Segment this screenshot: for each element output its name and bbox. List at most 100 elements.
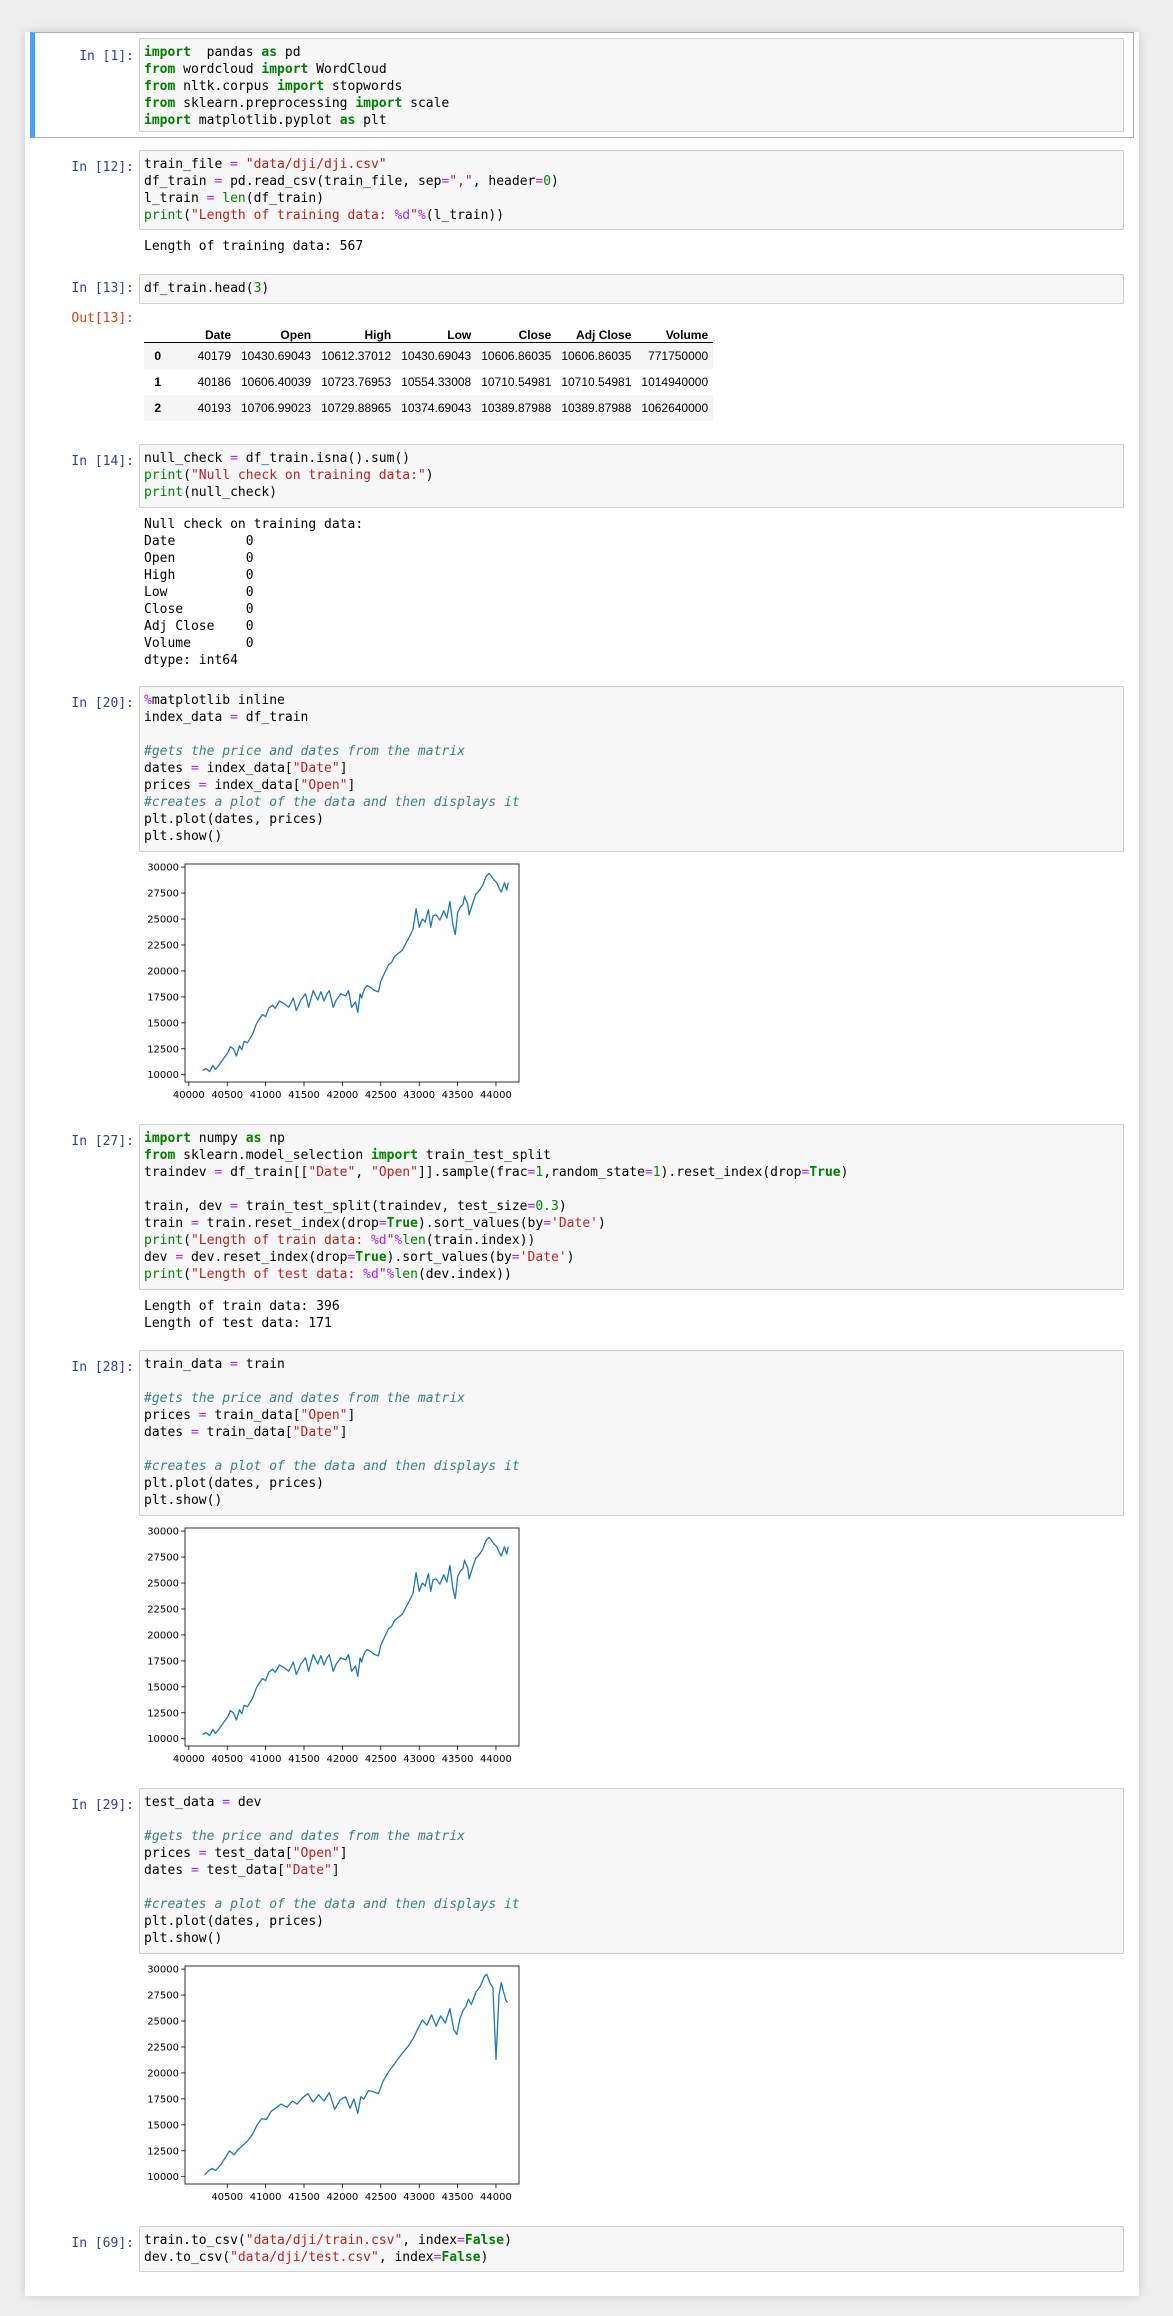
output-line: Date 0 (144, 534, 254, 549)
input-prompt: In [14]: (71, 454, 134, 469)
code-input-area[interactable]: import numpy as np from sklearn.model_sel… (139, 1124, 1124, 1290)
code-token: = (230, 157, 238, 172)
code-token: ] (331, 1863, 340, 1878)
table-row: 0 40179 10430.69043 10612.37012 10430.69043 1… (144, 342, 714, 369)
code-token: = (230, 1357, 238, 1372)
code-token: ).reset_index(drop (660, 1165, 802, 1180)
code-token: (df_train) (245, 191, 325, 206)
line-chart-dji-open: 10000 12500 15000 17500 20000 22500 25000 27500… (147, 863, 520, 1101)
code-line: print(null_check) (144, 484, 1119, 501)
code-token: ] (339, 1846, 348, 1861)
x-tick-label: 42500 (365, 1754, 397, 1765)
code-token: prices (144, 1846, 199, 1861)
code-cell[interactable]: In [27]: import numpy as np from sklearn.… (30, 1124, 1134, 1364)
code-input-area[interactable]: import pandas as pd from wordcloud import… (139, 38, 1124, 132)
plot-output: 10000 12500 15000 17500 20000 22500 25000 27500… (139, 860, 539, 1118)
output-line: Null check on training data: (144, 517, 364, 532)
code-token: l_train (144, 191, 207, 206)
code-cell[interactable]: In [28]: train_data = train #gets the pri… (30, 1350, 1134, 1790)
code-token: = (198, 1846, 207, 1861)
input-prompt: In [69]: (71, 2236, 134, 2251)
table-cell: 10389.87988 (481, 401, 552, 415)
code-cell[interactable]: In [69]: train.to_csv("data/dji/train.cs… (30, 2226, 1134, 2276)
y-tick-label: 22500 (147, 2042, 179, 2053)
table-cell: 10710.54981 (561, 375, 632, 389)
code-line: prices = index_data["Open"] (144, 777, 1119, 794)
x-tick-label: 42500 (365, 2192, 397, 2203)
code-input-area[interactable]: null_check = df_train.isna().sum() print(… (139, 444, 1124, 508)
table-cell: 771750000 (648, 349, 709, 363)
code-line: print("Null check on training data:") (144, 467, 1119, 484)
x-tick-label: 41000 (250, 2192, 282, 2203)
code-token: = (190, 1425, 199, 1440)
code-token: ) (551, 174, 559, 189)
code-cell[interactable]: In [13]: df_train.head(3) Out[13]: Date O… (30, 274, 1134, 460)
table-cell: 10723.76953 (321, 375, 392, 389)
code-cell[interactable]: In [12]: train_file = "data/dji/dji.csv"… (30, 150, 1134, 270)
y-tick-label: 10000 (147, 2172, 179, 2183)
code-token: (train.index)) (425, 1233, 536, 1248)
column-header: Adj Close (556, 316, 637, 343)
dataframe-output: Date Open High Low Close Adj Close Volume 0 401… (144, 316, 714, 421)
y-tick-label: 17500 (147, 2094, 179, 2105)
code-token: 'Date' (551, 1216, 598, 1231)
code-token: %d (370, 1233, 387, 1248)
code-token: ]].sample(frac (417, 1165, 528, 1180)
y-tick-label: 22500 (147, 1604, 179, 1615)
output-line: dtype: int64 (144, 653, 238, 668)
code-token: "," (449, 174, 473, 189)
code-token: numpy (190, 1131, 246, 1146)
code-token: prices (144, 778, 199, 793)
code-token: import (261, 62, 309, 77)
code-token: train_data (144, 1357, 231, 1372)
output-line: Open 0 (144, 551, 254, 566)
code-token: " (410, 208, 418, 223)
output-line: Close 0 (144, 602, 254, 617)
y-tick-label: 30000 (147, 1965, 179, 1976)
code-input-area[interactable]: df_train.head(3) (139, 274, 1124, 304)
code-cell[interactable]: In [1]: import pandas as pd from wordclou… (30, 32, 1134, 138)
code-cell[interactable]: In [14]: null_check = df_train.isna().su… (30, 444, 1134, 674)
code-input-area[interactable]: test_data = dev #gets the price and dates… (139, 1788, 1124, 1954)
code-cell[interactable]: In [20]: %matplotlib inline index_data = … (30, 686, 1134, 1126)
code-token: dev (144, 1250, 176, 1265)
code-input-area[interactable]: train_data = train #gets the price and da… (139, 1350, 1124, 1516)
table-cell: 10606.40039 (241, 375, 312, 389)
code-token: = (230, 451, 238, 466)
table-cell: 10430.69043 (241, 349, 312, 363)
code-line: %matplotlib inline (144, 692, 1119, 709)
code-token: as (245, 1131, 262, 1146)
x-tick-label: 41500 (288, 1754, 320, 1765)
code-token: train (144, 1216, 191, 1231)
code-token: matplotlib inline (151, 693, 285, 708)
code-token: False (464, 2233, 505, 2248)
code-token: ) (597, 1216, 606, 1231)
code-line: prices = train_data["Open"] (144, 1407, 1119, 1424)
code-token: matplotlib.pyplot (190, 113, 340, 128)
code-line: dev.to_csv("data/dji/test.csv", index=Fa… (144, 2249, 1119, 2266)
table-body: 0 40179 10430.69043 10612.37012 10430.69043 1… (144, 342, 714, 421)
code-input-area[interactable]: train_file = "data/dji/dji.csv" df_train … (139, 150, 1124, 230)
code-token: = (198, 1408, 207, 1423)
code-cell[interactable]: In [29]: test_data = dev #gets the price … (30, 1788, 1134, 2228)
x-tick-label: 41500 (288, 1090, 320, 1101)
code-token: "Date" (292, 1425, 340, 1440)
code-token: "Date" (284, 1863, 332, 1878)
code-token: (l_train)) (425, 208, 505, 223)
code-token: pandas (190, 45, 262, 60)
code-token: %d (363, 1267, 379, 1282)
code-token: = (230, 710, 238, 725)
code-line: from nltk.corpus import stopwords (144, 78, 1119, 95)
code-token: as (339, 113, 356, 128)
code-token: import (144, 45, 191, 60)
code-token: df_train.isna().sum() (237, 451, 411, 466)
column-header: Date (166, 316, 236, 343)
table-cell: 10729.88965 (321, 401, 392, 415)
code-token: %d (394, 208, 411, 223)
code-token: train.to_csv( (144, 2233, 246, 2248)
code-input-area[interactable]: %matplotlib inline index_data = df_train #… (139, 686, 1124, 852)
code-input-area[interactable]: train.to_csv("data/dji/train.csv", index… (139, 2226, 1124, 2272)
y-tick-label: 20000 (147, 966, 179, 977)
